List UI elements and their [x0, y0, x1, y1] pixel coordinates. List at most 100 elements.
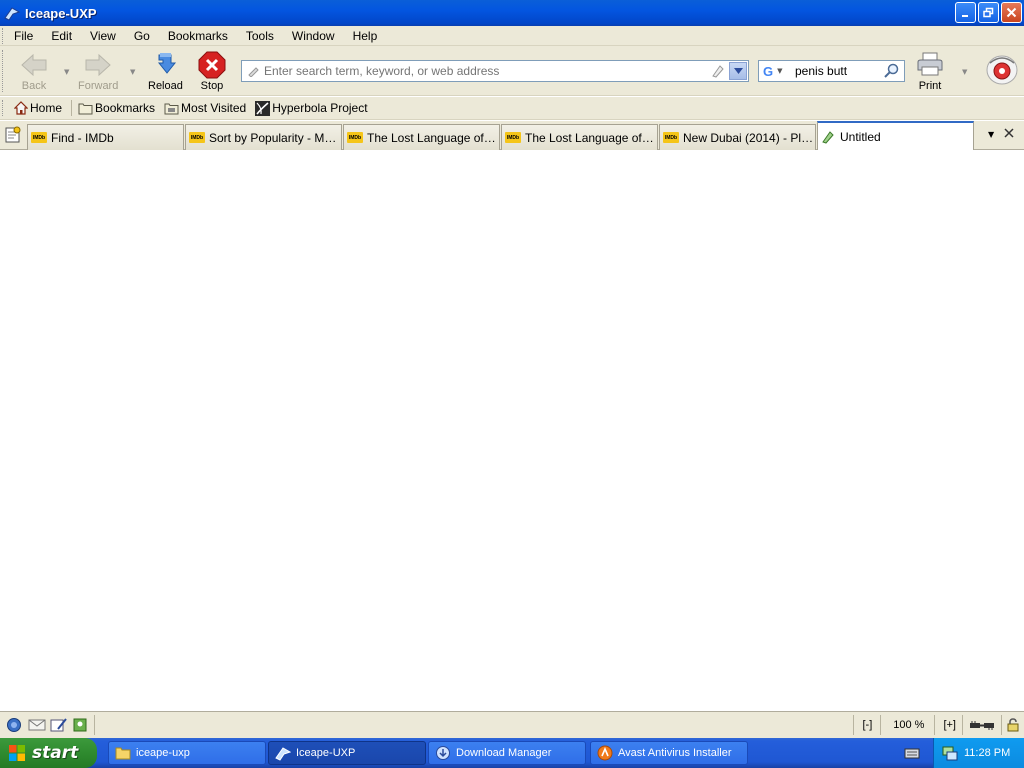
- throbber-icon[interactable]: [984, 53, 1020, 90]
- menu-window[interactable]: Window: [290, 29, 337, 43]
- toolbar-grip[interactable]: [2, 28, 5, 44]
- bookmark-home[interactable]: Home: [14, 101, 62, 115]
- iceape-app-icon: [4, 5, 21, 21]
- zoom-level[interactable]: 100 %: [893, 719, 924, 731]
- imdb-icon: IMDb: [347, 132, 363, 143]
- tab-bar: IMDb Find - IMDb IMDb Sort by Popularity…: [0, 121, 1024, 150]
- close-button[interactable]: [1001, 2, 1022, 23]
- stop-button[interactable]: Stop: [196, 50, 228, 92]
- taskbar-item-label: iceape-uxp: [136, 747, 190, 759]
- reload-button[interactable]: Reload: [148, 50, 183, 92]
- search-engine-selector[interactable]: G ▼: [759, 64, 795, 79]
- url-history-dropdown[interactable]: [729, 62, 747, 80]
- menu-help[interactable]: Help: [351, 29, 380, 43]
- imdb-icon: IMDb: [663, 132, 679, 143]
- forward-arrow-icon: [82, 50, 114, 80]
- tab-title: Sort by Popularity - Most ...: [209, 130, 341, 145]
- chevron-down-icon: ▼: [777, 67, 783, 75]
- search-input[interactable]: [795, 64, 883, 78]
- forward-button[interactable]: Forward: [78, 50, 118, 92]
- stop-icon: [196, 50, 228, 80]
- menu-bookmarks[interactable]: Bookmarks: [166, 29, 230, 43]
- tab-sort-by-popularity[interactable]: IMDb Sort by Popularity - Most ...: [185, 124, 342, 150]
- iceape-app-icon: [275, 745, 291, 761]
- tab-untitled[interactable]: Untitled: [817, 121, 974, 150]
- toolbar-grip[interactable]: [2, 100, 5, 116]
- tab-title: The Lost Language of Cr...: [525, 130, 657, 145]
- start-button[interactable]: start: [0, 738, 97, 768]
- menu-go[interactable]: Go: [132, 29, 152, 43]
- page-proxy-icon[interactable]: [242, 65, 264, 77]
- search-bar[interactable]: G ▼: [758, 60, 905, 82]
- new-tab-icon[interactable]: [4, 126, 22, 144]
- back-button[interactable]: Back: [18, 50, 50, 92]
- bookmark-most-visited-label: Most Visited: [181, 101, 247, 115]
- print-button[interactable]: Print: [914, 50, 946, 92]
- personal-toolbar: Home Bookmarks Most Visited Hyperbola Pr…: [0, 97, 1024, 120]
- taskbar-item-download-manager[interactable]: Download Manager: [428, 741, 586, 765]
- minimize-button[interactable]: [955, 2, 976, 23]
- tab-lost-language-1[interactable]: IMDb The Lost Language of Cr...: [343, 124, 500, 150]
- imdb-icon: IMDb: [189, 132, 205, 143]
- google-icon: G: [763, 63, 774, 79]
- status-separator: [1001, 715, 1002, 735]
- status-separator: [962, 715, 963, 735]
- status-separator: [934, 715, 936, 735]
- reload-label: Reload: [148, 80, 183, 92]
- zoom-in-button[interactable]: [+]: [943, 719, 956, 731]
- tab-lost-language-2[interactable]: IMDb The Lost Language of Cr...: [501, 124, 658, 150]
- print-label: Print: [918, 80, 942, 92]
- taskbar-item-avast-installer[interactable]: Avast Antivirus Installer: [590, 741, 748, 765]
- online-status-icon[interactable]: [969, 719, 995, 731]
- tab-title: Find - IMDb: [51, 130, 114, 145]
- tab-title: Untitled: [840, 129, 881, 144]
- clock[interactable]: 11:28 PM: [964, 747, 1010, 759]
- back-arrow-icon: [18, 50, 50, 80]
- windows-logo-icon: [8, 744, 26, 762]
- network-icon[interactable]: [942, 745, 958, 761]
- bookmark-home-label: Home: [30, 101, 63, 115]
- title-bar: Iceape-UXP: [0, 0, 1024, 26]
- restore-button[interactable]: [978, 2, 999, 23]
- tab-list-dropdown-icon[interactable]: ▼: [988, 130, 994, 139]
- menu-edit[interactable]: Edit: [49, 29, 74, 43]
- search-go-icon[interactable]: [883, 63, 899, 79]
- print-dropdown-icon[interactable]: ▼: [962, 68, 967, 76]
- back-label: Back: [21, 80, 47, 92]
- lock-icon[interactable]: [1006, 718, 1020, 732]
- tab-new-dubai[interactable]: IMDb New Dubai (2014) - Plot S...: [659, 124, 816, 150]
- page-content-area[interactable]: [0, 150, 1024, 711]
- hyperbola-icon: [255, 100, 271, 116]
- bookmark-bookmarks-menu[interactable]: Bookmarks: [78, 101, 155, 115]
- address-book-icon[interactable]: [72, 717, 88, 733]
- composer-icon[interactable]: [50, 717, 68, 733]
- toolbar-grip[interactable]: [2, 50, 5, 92]
- taskbar-item-iceape-uxp[interactable]: Iceape-UXP: [268, 741, 426, 765]
- bookmark-hyperbola-project[interactable]: Hyperbola Project: [255, 100, 368, 116]
- folder-icon: [164, 102, 179, 115]
- bookmark-most-visited[interactable]: Most Visited: [164, 101, 246, 115]
- keyboard-icon[interactable]: [904, 746, 920, 760]
- mail-icon[interactable]: [28, 718, 46, 732]
- forward-dropdown-icon[interactable]: ▼: [130, 68, 135, 76]
- printer-icon: [914, 50, 946, 80]
- menu-view[interactable]: View: [88, 29, 118, 43]
- reload-icon: [149, 50, 181, 80]
- address-bar[interactable]: [241, 60, 749, 82]
- url-input[interactable]: [264, 64, 711, 78]
- folder-icon: [78, 102, 93, 115]
- close-tab-icon[interactable]: [1003, 127, 1015, 139]
- menu-tools[interactable]: Tools: [244, 29, 276, 43]
- system-tray: 11:28 PM: [933, 738, 1024, 768]
- tab-find-imdb[interactable]: IMDb Find - IMDb: [27, 124, 184, 150]
- start-label: start: [32, 743, 79, 763]
- windows-taskbar: start iceape-uxp Iceape-UXP Download Man…: [0, 738, 1024, 768]
- navigator-icon[interactable]: [6, 717, 22, 733]
- taskbar-item-iceape-uxp-folder[interactable]: iceape-uxp: [108, 741, 266, 765]
- zoom-out-button[interactable]: [-]: [862, 719, 872, 731]
- back-dropdown-icon[interactable]: ▼: [64, 68, 69, 76]
- bookmark-tag-icon[interactable]: [711, 64, 725, 78]
- page-proxy-icon: [821, 130, 835, 144]
- menu-file[interactable]: File: [12, 29, 35, 43]
- window-title: Iceape-UXP: [25, 5, 97, 21]
